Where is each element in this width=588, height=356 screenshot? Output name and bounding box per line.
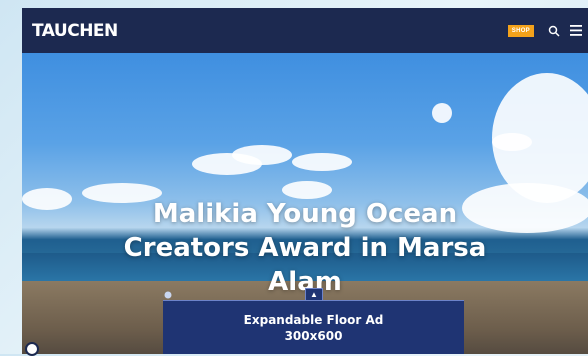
header-tools: SHOP	[507, 24, 582, 37]
ad-size: 300x600	[284, 329, 343, 343]
ad-close-icon[interactable]	[164, 286, 172, 299]
ad-title: Expandable Floor Ad	[243, 313, 384, 327]
site-frame: TAUCHEN SHOP Malikia Young Ocean Creator…	[22, 8, 588, 354]
search-icon[interactable]	[548, 25, 560, 37]
site-logo[interactable]: TAUCHEN	[32, 21, 118, 41]
top-navigation-bar: TAUCHEN SHOP	[22, 8, 588, 53]
floor-ad-banner[interactable]: Expandable Floor Ad 300x600	[163, 300, 464, 354]
shop-button[interactable]: SHOP	[507, 24, 534, 37]
cloud-decoration	[292, 153, 352, 171]
menu-icon[interactable]	[570, 25, 582, 36]
cloud-decoration	[232, 145, 292, 165]
article-headline[interactable]: Malikia Young Ocean Creators Award in Ma…	[22, 197, 588, 299]
headline-line: Malikia Young Ocean	[152, 199, 458, 229]
cloud-decoration	[432, 103, 452, 123]
headline-line: Creators Award in Marsa	[123, 233, 487, 263]
